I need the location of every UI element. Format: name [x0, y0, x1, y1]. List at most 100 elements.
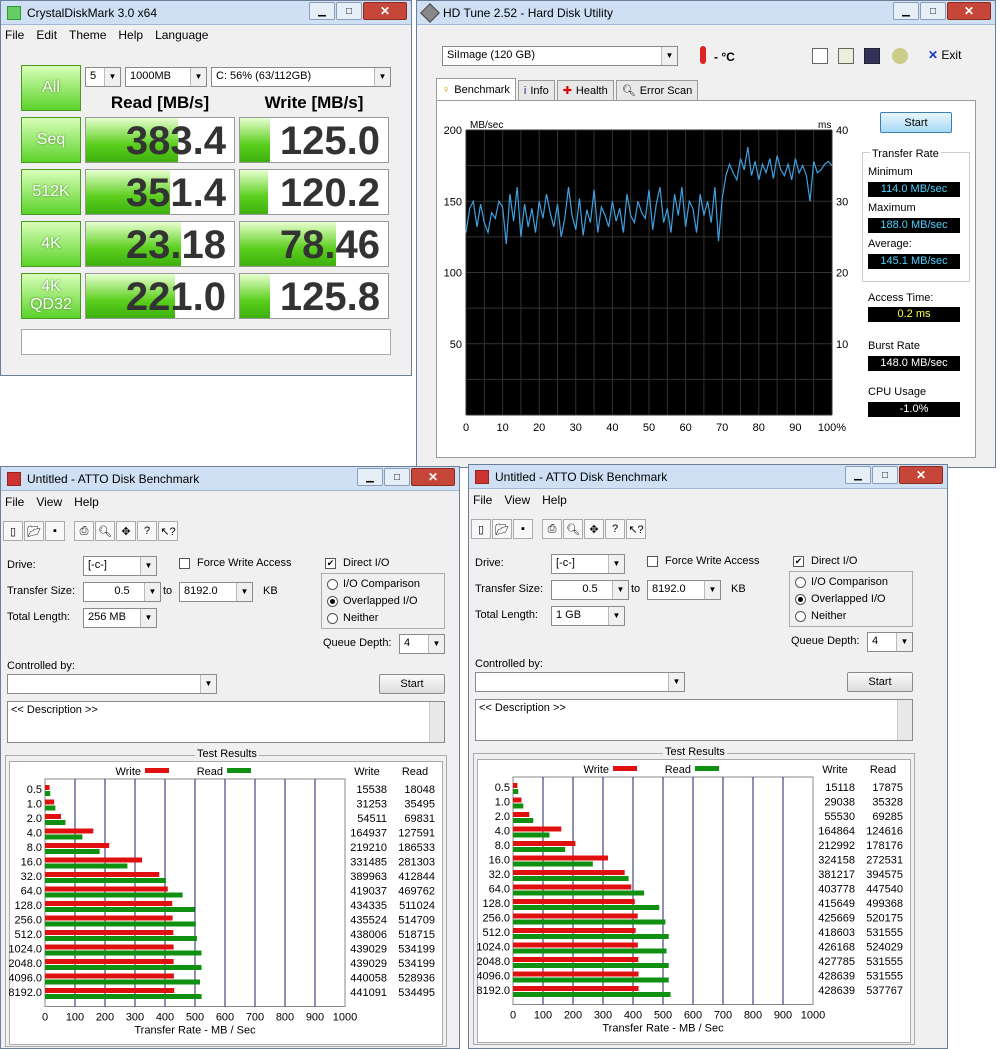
write-result: 120.2 — [239, 169, 389, 215]
direct-io-checkbox[interactable]: ✔ — [793, 556, 804, 567]
queue-depth-select[interactable]: 4 ▼ — [867, 632, 913, 652]
transfer-size-from-select[interactable]: 0.5 ▼ — [551, 580, 629, 600]
scrollbar[interactable] — [897, 700, 912, 740]
force-write-checkbox[interactable] — [179, 558, 190, 569]
write-result: 125.0 — [239, 117, 389, 163]
io-comparison-radio[interactable] — [795, 577, 806, 588]
close-button[interactable]: ✕ — [411, 468, 455, 486]
print-icon[interactable]: ⎙ — [74, 521, 94, 541]
drive-select[interactable]: [-c-] ▼ — [551, 554, 625, 574]
comment-field[interactable] — [21, 329, 391, 355]
menu-help[interactable]: Help — [118, 28, 143, 42]
context-help-icon[interactable]: ↖? — [158, 521, 178, 541]
total-length-select[interactable]: 1 GB ▼ — [551, 606, 625, 626]
minimize-button[interactable]: ▁ — [309, 2, 335, 20]
context-help-icon[interactable]: ↖? — [626, 519, 646, 539]
exit-button[interactable]: ✕ Exit — [928, 48, 961, 62]
title-bar[interactable]: CrystalDiskMark 3.0 x64 ▁ □ ✕ — [1, 1, 411, 25]
options-icon[interactable] — [892, 48, 908, 64]
menu-file[interactable]: File — [5, 28, 24, 42]
close-button[interactable]: ✕ — [899, 466, 943, 484]
controlled-by-select[interactable]: ▼ — [7, 674, 217, 694]
minimize-button[interactable]: ▁ — [357, 468, 383, 486]
menu-help[interactable]: Help — [74, 495, 99, 509]
force-write-checkbox[interactable] — [647, 556, 658, 567]
print-icon[interactable]: ⎙ — [542, 519, 562, 539]
print-preview-icon[interactable]: 🔍︎ — [563, 519, 583, 539]
x-tick-label: 70 — [716, 422, 728, 434]
tab-info[interactable]: i Info — [517, 80, 555, 100]
maximize-button[interactable]: □ — [336, 2, 362, 20]
neither-radio[interactable] — [327, 613, 338, 624]
menu-file[interactable]: File — [473, 493, 492, 507]
total-length-value: 256 MB — [88, 611, 126, 623]
drive-select[interactable]: SiImage (120 GB) ▼ — [442, 46, 678, 66]
close-button[interactable]: ✕ — [363, 2, 407, 20]
test-button-1[interactable]: 512K — [21, 169, 81, 215]
write-value: 125.0 — [279, 119, 380, 163]
paste-icon[interactable] — [838, 48, 854, 64]
description-field[interactable]: << Description >> — [7, 701, 445, 743]
close-button[interactable]: ✕ — [947, 2, 991, 20]
transfer-size-to-select[interactable]: 8192.0 ▼ — [647, 580, 721, 600]
write-value: 125.8 — [279, 275, 380, 319]
maximize-button[interactable]: □ — [384, 468, 410, 486]
start-button[interactable]: Start — [847, 672, 913, 692]
overlapped-io-radio[interactable] — [327, 596, 338, 607]
save-icon[interactable]: ▪ — [513, 519, 533, 539]
menu-file[interactable]: File — [5, 495, 24, 509]
menu-view[interactable]: View — [36, 495, 62, 509]
save-icon[interactable]: ▪ — [45, 521, 65, 541]
test-button-3[interactable]: 4K QD32 — [21, 273, 81, 319]
print-preview-icon[interactable]: 🔍︎ — [95, 521, 115, 541]
total-length-select[interactable]: 256 MB ▼ — [83, 608, 157, 628]
title-bar[interactable]: Untitled - ATTO Disk Benchmark ▁ □ ✕ — [1, 467, 459, 491]
open-folder-icon[interactable]: 📂︎ — [492, 519, 512, 539]
read-value: 127591 — [398, 828, 435, 840]
description-field[interactable]: << Description >> — [475, 699, 913, 741]
size-select[interactable]: 1000MB ▼ — [125, 67, 207, 87]
maximize-button[interactable]: □ — [872, 466, 898, 484]
maximize-button[interactable]: □ — [920, 2, 946, 20]
title-bar[interactable]: Untitled - ATTO Disk Benchmark ▁ □ ✕ — [469, 465, 947, 489]
menu-help[interactable]: Help — [542, 493, 567, 507]
direct-io-checkbox[interactable]: ✔ — [325, 558, 336, 569]
menu-theme[interactable]: Theme — [69, 28, 106, 42]
drive-select[interactable]: C: 56% (63/112GB) ▼ — [211, 67, 391, 87]
new-file-icon[interactable]: ▯ — [3, 521, 23, 541]
test-button-0[interactable]: Seq — [21, 117, 81, 163]
tab-benchmark[interactable]: ♀ Benchmark — [436, 78, 516, 100]
all-button[interactable]: All — [21, 65, 81, 111]
queue-depth-select[interactable]: 4 ▼ — [399, 634, 445, 654]
minimize-button[interactable]: ▁ — [845, 466, 871, 484]
minimize-button[interactable]: ▁ — [893, 2, 919, 20]
test-button-2[interactable]: 4K — [21, 221, 81, 267]
new-file-icon[interactable]: ▯ — [471, 519, 491, 539]
transfer-size-from-select[interactable]: 0.5 ▼ — [83, 582, 161, 602]
menu-view[interactable]: View — [504, 493, 530, 507]
neither-radio[interactable] — [795, 611, 806, 622]
transfer-size-to-select[interactable]: 8192.0 ▼ — [179, 582, 253, 602]
start-button[interactable]: Start — [379, 674, 445, 694]
scrollbar[interactable] — [429, 702, 444, 742]
y-tick-label: 150 — [444, 196, 462, 208]
open-folder-icon[interactable]: 📂︎ — [24, 521, 44, 541]
move-icon[interactable]: ✥ — [116, 521, 136, 541]
count-select[interactable]: 5 ▼ — [85, 67, 121, 87]
start-button[interactable]: Start — [880, 112, 952, 133]
tab-health[interactable]: ✚ Health — [556, 80, 614, 100]
read-result: 383.4 — [85, 117, 235, 163]
help-icon[interactable]: ? — [137, 521, 157, 541]
drive-select[interactable]: [-c-] ▼ — [83, 556, 157, 576]
io-comparison-radio[interactable] — [327, 579, 338, 590]
save-icon[interactable] — [864, 48, 880, 64]
tab-error-scan[interactable]: 🔍︎ Error Scan — [615, 80, 699, 100]
menu-language[interactable]: Language — [155, 28, 208, 42]
menu-edit[interactable]: Edit — [36, 28, 57, 42]
copy-icon[interactable] — [812, 48, 828, 64]
overlapped-io-radio[interactable] — [795, 594, 806, 605]
controlled-by-select[interactable]: ▼ — [475, 672, 685, 692]
help-icon[interactable]: ? — [605, 519, 625, 539]
title-bar[interactable]: HD Tune 2.52 - Hard Disk Utility ▁ □ ✕ — [417, 1, 995, 25]
move-icon[interactable]: ✥ — [584, 519, 604, 539]
